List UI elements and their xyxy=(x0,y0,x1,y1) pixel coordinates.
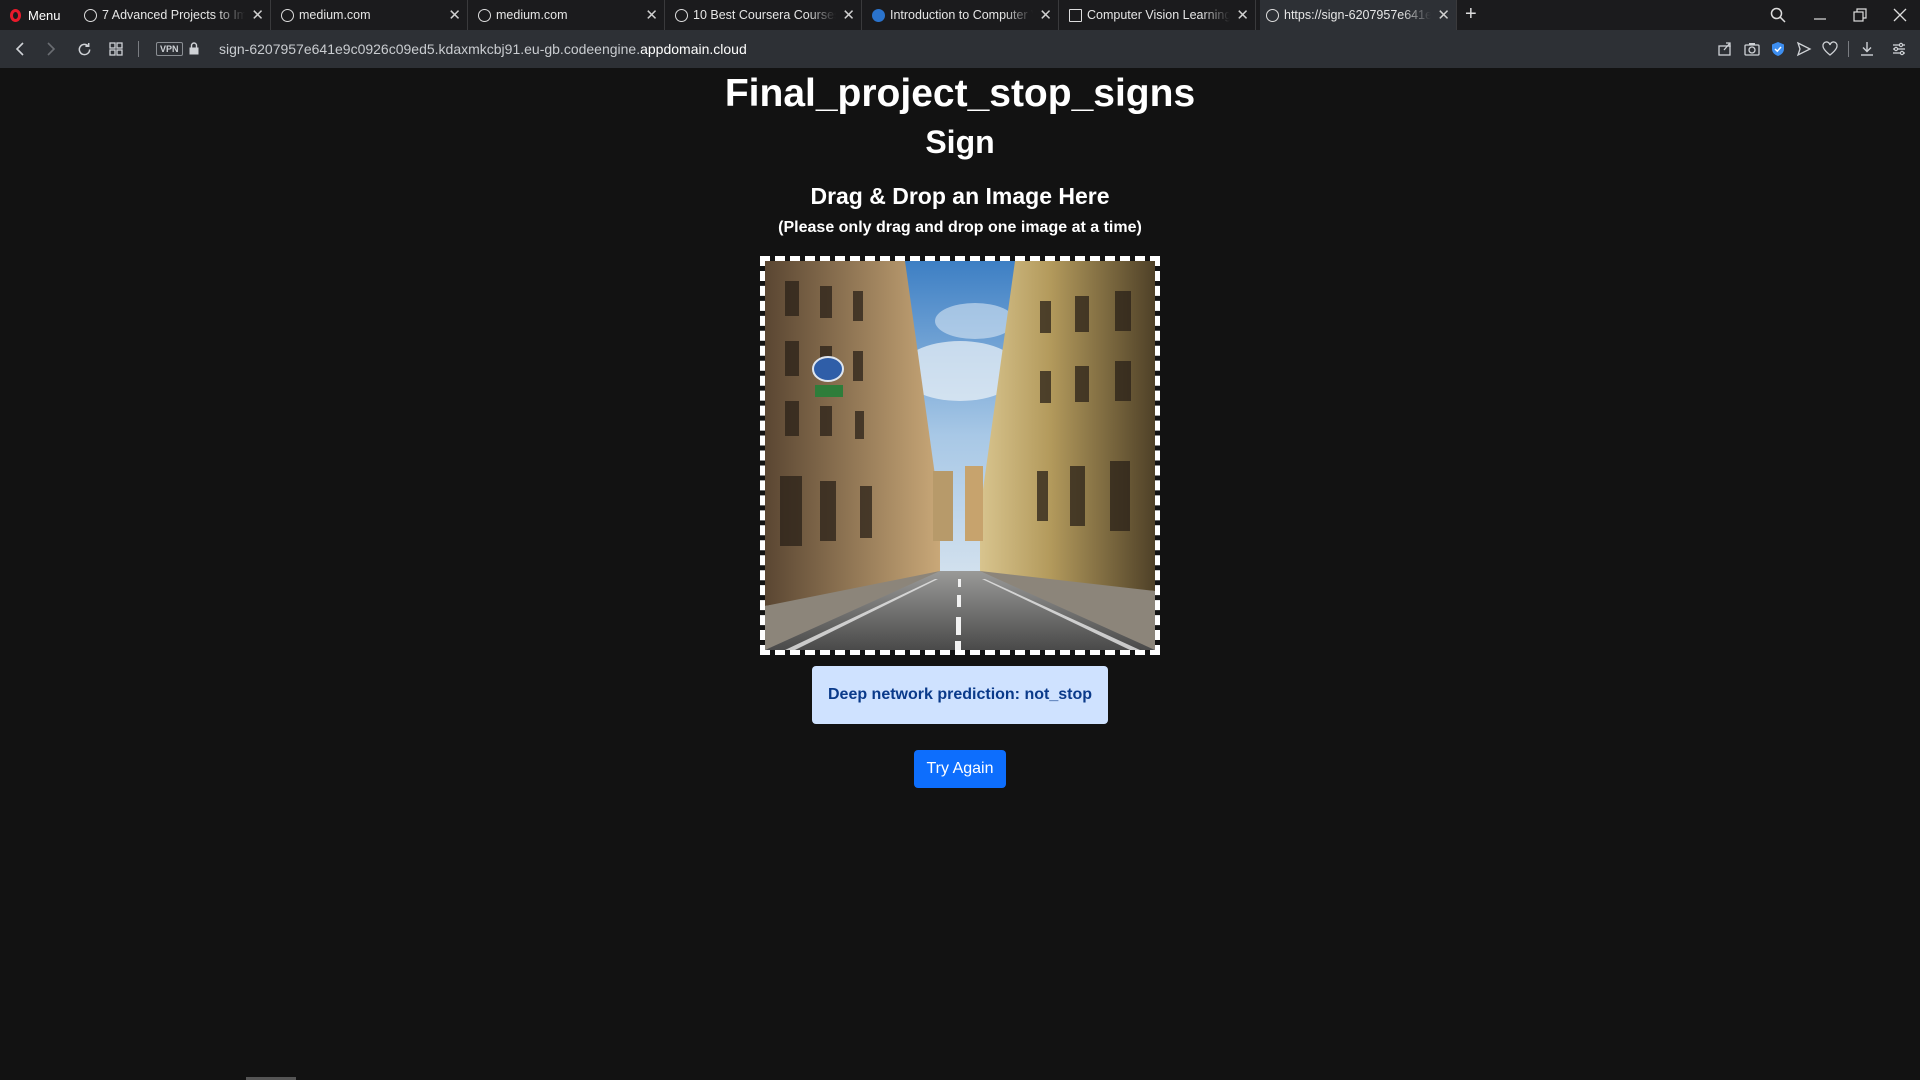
drop-heading: Drag & Drop an Image Here xyxy=(810,183,1110,209)
globe-icon xyxy=(675,8,688,22)
browser-tab[interactable]: medium.com ✕ xyxy=(472,0,665,30)
search-tabs-icon[interactable] xyxy=(1770,0,1786,30)
browser-menu-label: Menu xyxy=(28,7,61,23)
tab-title: Computer Vision Learning xyxy=(1087,8,1231,22)
coursera-icon xyxy=(872,8,885,22)
tab-title: medium.com xyxy=(299,8,371,22)
minimize-icon[interactable] xyxy=(1813,0,1827,30)
close-window-icon[interactable] xyxy=(1893,0,1907,30)
back-icon[interactable] xyxy=(8,30,32,68)
reload-icon[interactable] xyxy=(72,30,96,68)
drop-hint: (Please only drag and drop one image at … xyxy=(778,219,1142,236)
share-icon[interactable] xyxy=(1716,40,1734,58)
prediction-alert: Deep network prediction: not_stop xyxy=(812,666,1108,724)
toolbar-divider xyxy=(138,41,139,57)
image-drop-zone[interactable] xyxy=(760,256,1160,655)
lock-icon[interactable] xyxy=(189,42,199,55)
browser-tab[interactable]: medium.com ✕ xyxy=(275,0,468,30)
prediction-text: Deep network prediction: not_stop xyxy=(827,686,1092,703)
easy-setup-icon[interactable] xyxy=(1890,40,1908,58)
camera-icon[interactable] xyxy=(1743,40,1761,58)
close-tab-icon[interactable]: ✕ xyxy=(1039,6,1052,24)
url-domain: appdomain.cloud xyxy=(640,41,747,57)
page-title: Final_project_stop_signs xyxy=(724,72,1196,115)
browser-address-bar: VPN sign-6207957e641e9c0926c09ed5.kdaxmk… xyxy=(0,30,1920,68)
globe-icon xyxy=(478,8,491,22)
browser-tab-strip: Menu 7 Advanced Projects to Improve ✕ me… xyxy=(0,0,1920,30)
heart-icon[interactable] xyxy=(1821,40,1839,58)
tab-title: 10 Best Coursera Courses and xyxy=(693,8,837,22)
close-tab-icon[interactable]: ✕ xyxy=(251,6,264,24)
restore-icon[interactable] xyxy=(1853,0,1867,30)
download-icon[interactable] xyxy=(1858,40,1876,58)
browser-tab[interactable]: 10 Best Coursera Courses and ✕ xyxy=(669,0,862,30)
tab-grid-icon[interactable] xyxy=(104,30,128,68)
browser-tab-active[interactable]: https://sign-6207957e641e9c0926c09ed5 ✕ xyxy=(1260,0,1457,30)
url-field[interactable]: sign-6207957e641e9c0926c09ed5.kdaxmkcbj9… xyxy=(219,41,747,57)
close-tab-icon[interactable]: ✕ xyxy=(842,6,855,24)
browser-tab[interactable]: Introduction to Computer Vision ✕ xyxy=(866,0,1059,30)
tab-title: medium.com xyxy=(496,8,568,22)
close-tab-icon[interactable]: ✕ xyxy=(448,6,461,24)
ad-block-shield-icon[interactable] xyxy=(1769,40,1787,58)
document-icon xyxy=(1069,8,1082,22)
tab-title: https://sign-6207957e641e9c0926c09ed5 xyxy=(1284,8,1432,22)
toolbar-divider xyxy=(1848,41,1849,57)
browser-tab[interactable]: 7 Advanced Projects to Improve ✕ xyxy=(78,0,271,30)
close-tab-icon[interactable]: ✕ xyxy=(1437,6,1450,24)
globe-icon xyxy=(84,8,97,22)
close-tab-icon[interactable]: ✕ xyxy=(645,6,658,24)
browser-tab[interactable]: Computer Vision Learning ✕ xyxy=(1063,0,1256,30)
vpn-badge[interactable]: VPN xyxy=(156,42,183,56)
globe-icon xyxy=(1266,8,1279,22)
globe-icon xyxy=(281,8,294,22)
try-again-button[interactable]: Try Again xyxy=(914,750,1006,788)
send-icon[interactable] xyxy=(1795,40,1813,58)
close-tab-icon[interactable]: ✕ xyxy=(1236,6,1249,24)
tab-title: Introduction to Computer Vision xyxy=(890,8,1033,22)
uploaded-street-image xyxy=(765,261,1155,650)
url-main: sign-6207957e641e9c0926c09ed5.kdaxmkcbj9… xyxy=(219,41,641,57)
page-subtitle: Sign xyxy=(925,124,995,160)
opera-logo-icon xyxy=(10,8,21,22)
browser-menu-button[interactable]: Menu xyxy=(0,0,71,30)
new-tab-button[interactable]: + xyxy=(1465,3,1477,26)
tab-title: 7 Advanced Projects to Improve xyxy=(102,8,246,22)
forward-icon[interactable] xyxy=(39,30,63,68)
